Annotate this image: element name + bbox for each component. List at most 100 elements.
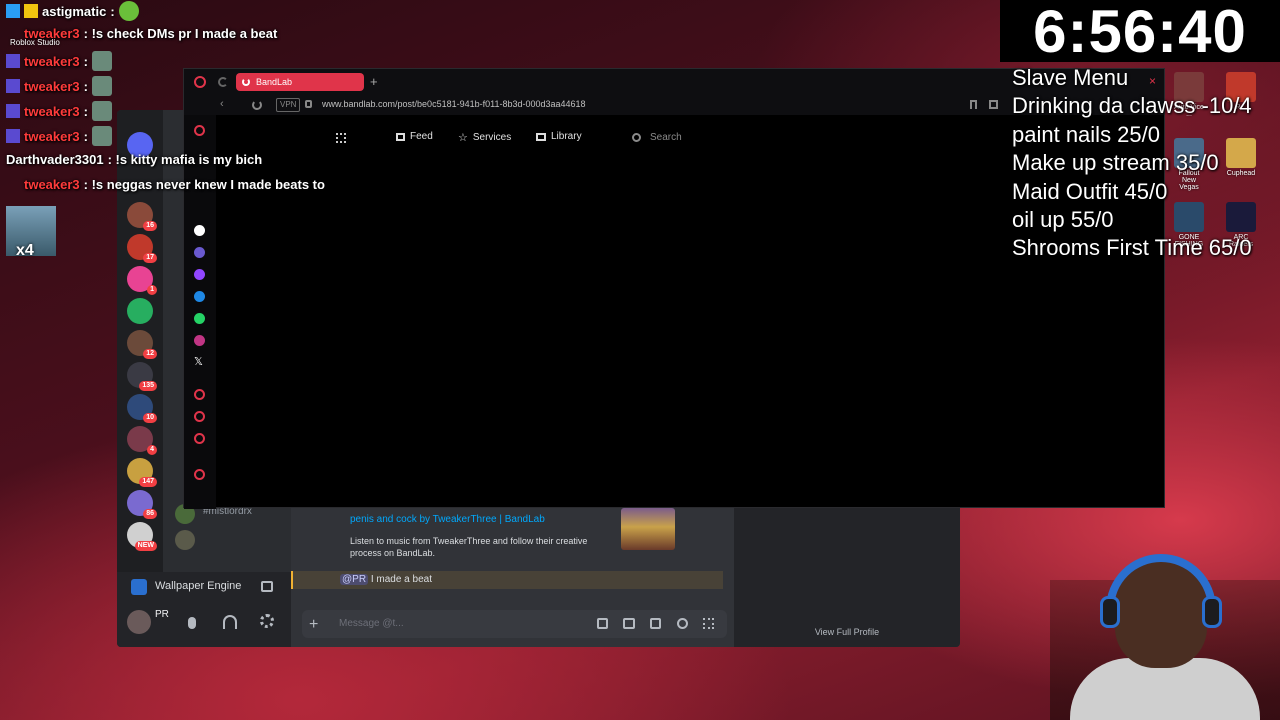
server-icon[interactable]: 17 (127, 234, 157, 263)
roblox-studio-desktop-label[interactable]: Roblox Studio (10, 38, 60, 47)
profile-panel: View Full Profile (734, 507, 960, 647)
loading-icon (218, 77, 228, 87)
menu-item: Shrooms First Time 65/0 (1012, 235, 1252, 261)
chat-text: : (110, 3, 115, 19)
nav-library-label: Library (551, 131, 582, 142)
history-icon[interactable] (194, 433, 205, 444)
back-arrow-icon[interactable]: ‹ (220, 98, 224, 110)
server-icon[interactable]: 16 (127, 202, 157, 231)
menu-item: Maid Outfit 45/0 (1012, 178, 1168, 204)
chat-message: tweaker3 : !s neggas never knew I made b… (6, 177, 325, 192)
nav-library[interactable]: Library (536, 131, 582, 142)
home-icon (396, 132, 405, 141)
url-field[interactable]: www.bandlab.com/post/be0c5181-941b-f011-… (322, 99, 586, 109)
search-icon (632, 133, 641, 142)
nav-feed[interactable]: Feed (396, 131, 433, 142)
message-text: I made a beat (368, 574, 432, 585)
unread-badge: 135 (139, 381, 157, 391)
vpn-badge[interactable]: VPN (276, 98, 301, 112)
unread-badge: 16 (143, 221, 157, 231)
server-icon[interactable]: 10 (127, 394, 157, 423)
menu-title: Slave Menu (1012, 65, 1129, 90)
username: PR (155, 609, 169, 620)
new-badge: NEW (134, 541, 157, 551)
browser-sidebar: 𝕏 (184, 115, 216, 509)
emote-icon (92, 51, 112, 71)
platform-badge-icon (6, 4, 20, 18)
add-attachment-icon[interactable]: + (309, 616, 318, 634)
avatar[interactable] (127, 610, 151, 634)
chat-text: : (83, 53, 88, 69)
headset-earcup (1202, 596, 1222, 628)
emoji-icon[interactable] (677, 618, 688, 629)
tab-loading-icon (242, 78, 250, 86)
menu-overlay: Slave Menu Drinking da clawss -10/4 pain… (1012, 64, 1252, 263)
dm-avatar[interactable] (175, 530, 195, 550)
x-twitter-icon[interactable]: 𝕏 (194, 355, 203, 368)
server-icon[interactable]: 135 (127, 362, 157, 391)
server-icon[interactable]: 86 (127, 490, 157, 519)
pinboard-icon[interactable] (194, 411, 205, 422)
embed-thumbnail[interactable] (621, 508, 675, 550)
chat-text: : !s kitty mafia is my bich (107, 152, 263, 167)
message-mention: @PR I made a beat (291, 571, 723, 589)
opera-logo-icon[interactable] (194, 76, 206, 88)
unread-badge: 1 (147, 285, 157, 295)
microphone-icon[interactable] (188, 617, 196, 629)
platform-badge-icon (6, 54, 20, 68)
message-input[interactable]: Message @t... (302, 610, 727, 638)
chatgpt-icon[interactable] (194, 225, 205, 236)
server-icon[interactable]: 147 (127, 458, 157, 487)
screen-share-icon[interactable] (261, 581, 273, 592)
chat-text: : !s check DMs pr I made a beat (83, 26, 278, 41)
emote-icon (92, 101, 112, 121)
chat-message: tweaker3 : (6, 126, 112, 146)
chat-username: tweaker3 (24, 78, 80, 94)
extensions-icon[interactable] (194, 469, 205, 480)
chat-text: : !s neggas never knew I made beats to (83, 177, 325, 192)
wallpaper-engine-activity[interactable]: Wallpaper Engine (117, 572, 291, 602)
apps-grid-icon[interactable] (336, 133, 346, 143)
platform-badge-icon (6, 79, 20, 93)
unread-badge: 17 (143, 253, 157, 263)
menu-item: Make up stream 35/0 (1012, 150, 1219, 176)
headphones-icon[interactable] (223, 615, 237, 629)
chat-username: tweaker3 (24, 53, 80, 69)
sticker-icon[interactable] (650, 618, 661, 629)
messenger-icon[interactable] (194, 291, 205, 302)
embed-description: Listen to music from TweakerThree and fo… (350, 536, 588, 558)
server-icon[interactable]: 1 (127, 266, 157, 295)
instagram-icon[interactable] (194, 335, 205, 346)
settings-gear-icon[interactable] (260, 614, 274, 628)
server-icon[interactable]: NEW (127, 522, 157, 551)
bookmark-icon[interactable] (970, 100, 977, 109)
sidebar-app-icon[interactable] (194, 247, 205, 258)
twitch-icon[interactable] (194, 269, 205, 280)
embed-title-link[interactable]: penis and cock by TweakerThree | BandLab (350, 514, 545, 525)
chat-text: : (83, 78, 88, 94)
tab-bandlab[interactable]: BandLab (236, 73, 364, 91)
kick-server-icon[interactable] (127, 298, 153, 324)
nav-services[interactable]: ☆ Services (458, 131, 511, 144)
server-icon[interactable]: 12 (127, 330, 157, 359)
apps-icon[interactable] (703, 618, 714, 629)
player-icon[interactable] (194, 389, 205, 400)
chat-message: tweaker3 : (6, 51, 112, 71)
multiplier-label: x4 (16, 242, 34, 259)
mention-tag[interactable]: @PR (340, 574, 369, 585)
chat-username: tweaker3 (24, 103, 80, 119)
server-icon[interactable]: 4 (127, 426, 157, 455)
search-input[interactable]: Search (624, 126, 1024, 150)
new-tab-plus-icon[interactable]: + (370, 74, 378, 89)
chat-message: tweaker3 : (6, 76, 112, 96)
reload-icon[interactable] (252, 100, 262, 110)
snapshot-icon[interactable] (989, 100, 998, 109)
aria-icon[interactable] (194, 125, 205, 136)
headset-earcup (1100, 596, 1120, 628)
whatsapp-icon[interactable] (194, 313, 205, 324)
gift-icon[interactable] (597, 618, 608, 629)
gif-icon[interactable] (623, 618, 635, 629)
stream-timer: 6:56:40 (1000, 0, 1280, 64)
view-full-profile-link[interactable]: View Full Profile (734, 627, 960, 637)
unread-badge: 86 (143, 509, 157, 519)
